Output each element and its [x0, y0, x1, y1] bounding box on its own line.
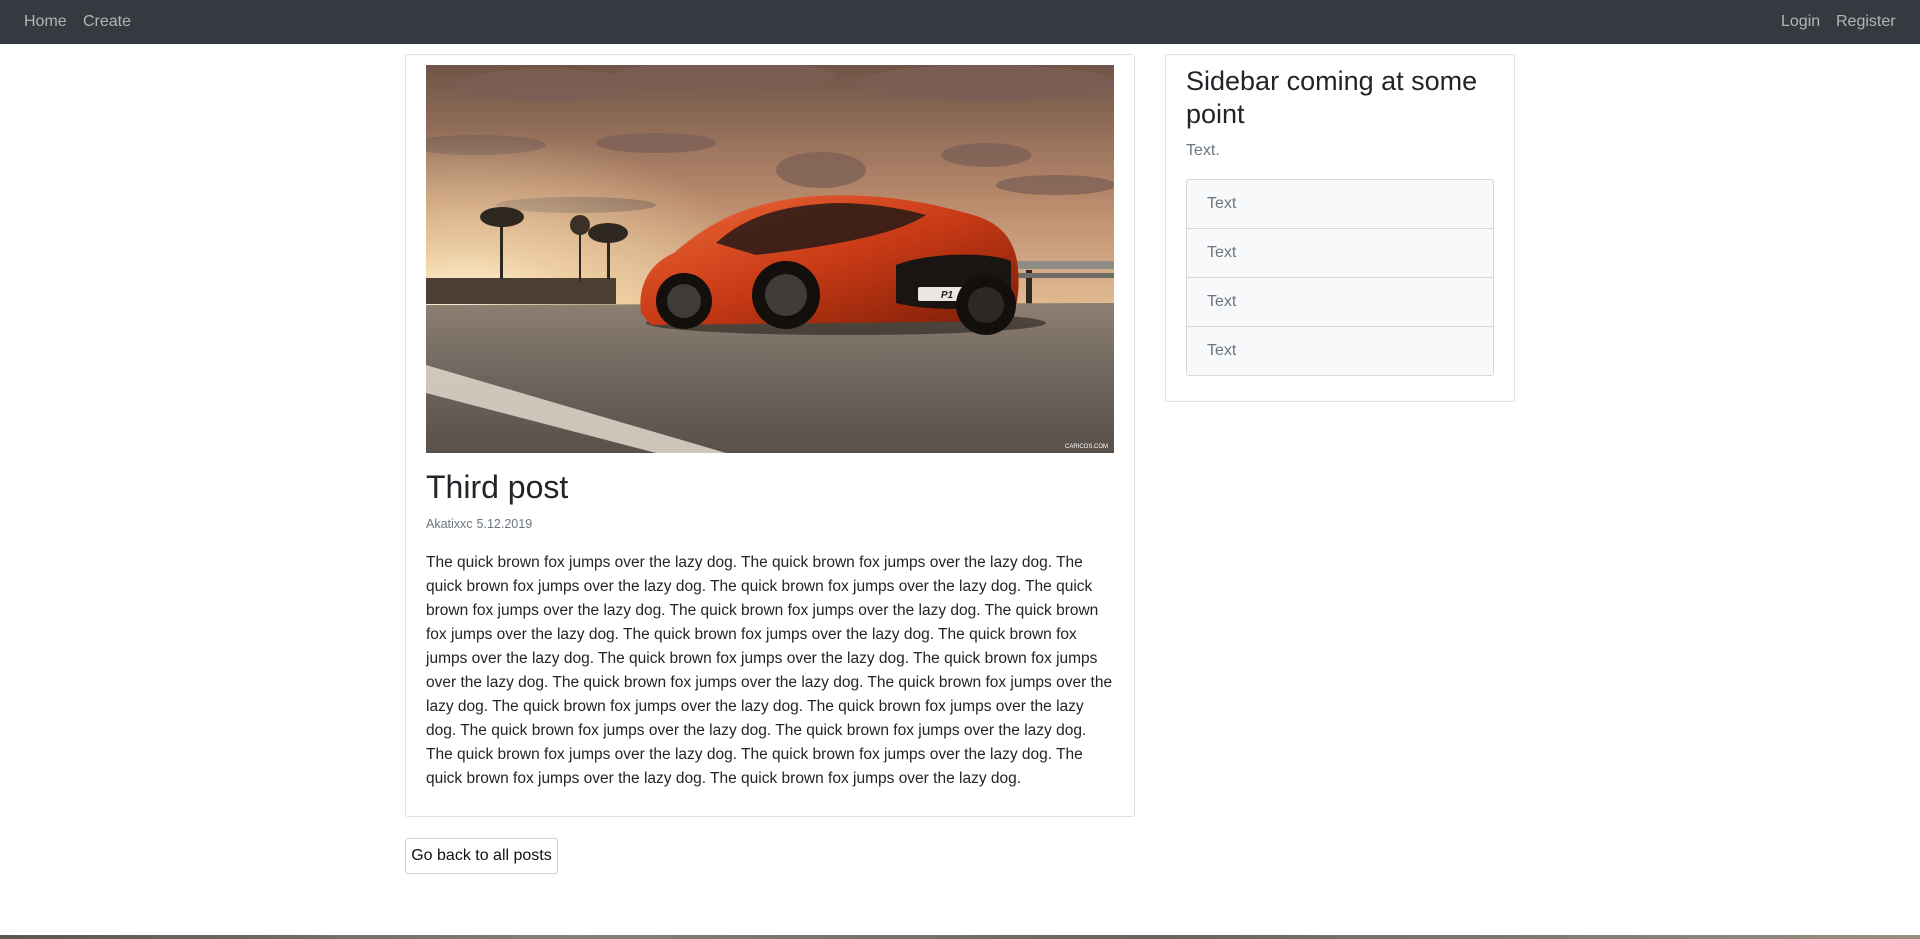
sidebar-card: Sidebar coming at some point Text. Text …	[1165, 54, 1515, 402]
post-hero-image: P1 CARICOS.COM	[426, 65, 1114, 453]
sidebar-list: Text Text Text Text	[1186, 179, 1494, 376]
sidebar-list-item[interactable]: Text	[1187, 326, 1493, 375]
bottom-edge-strip	[0, 935, 1920, 939]
svg-text:P1: P1	[941, 290, 954, 301]
sidebar-list-item[interactable]: Text	[1187, 228, 1493, 277]
top-navbar: Home Create Login Register	[0, 0, 1920, 44]
sidebar-title: Sidebar coming at some point	[1186, 66, 1478, 129]
sidebar-list-item[interactable]: Text	[1187, 277, 1493, 326]
post-author: Akatixxc	[426, 517, 473, 531]
nav-create-link[interactable]: Create	[83, 12, 131, 31]
nav-login-link[interactable]: Login	[1781, 12, 1820, 31]
sidebar-list-item[interactable]: Text	[1187, 180, 1493, 228]
post-date: 5.12.2019	[476, 517, 533, 531]
post-title: Third post	[426, 469, 569, 505]
post-meta: Akatixxc 5.12.2019	[426, 517, 532, 532]
sidebar-text: Text.	[1186, 142, 1220, 159]
image-watermark: CARICOS.COM	[1065, 444, 1108, 450]
nav-register-link[interactable]: Register	[1836, 12, 1896, 31]
nav-home-link[interactable]: Home	[24, 12, 67, 31]
back-to-posts-button[interactable]: Go back to all posts	[405, 838, 558, 874]
post-card: P1 CARICOS.COM Third post Akatixxc 5.12.2…	[405, 54, 1135, 817]
post-body: The quick brown fox jumps over the lazy …	[426, 554, 1113, 787]
